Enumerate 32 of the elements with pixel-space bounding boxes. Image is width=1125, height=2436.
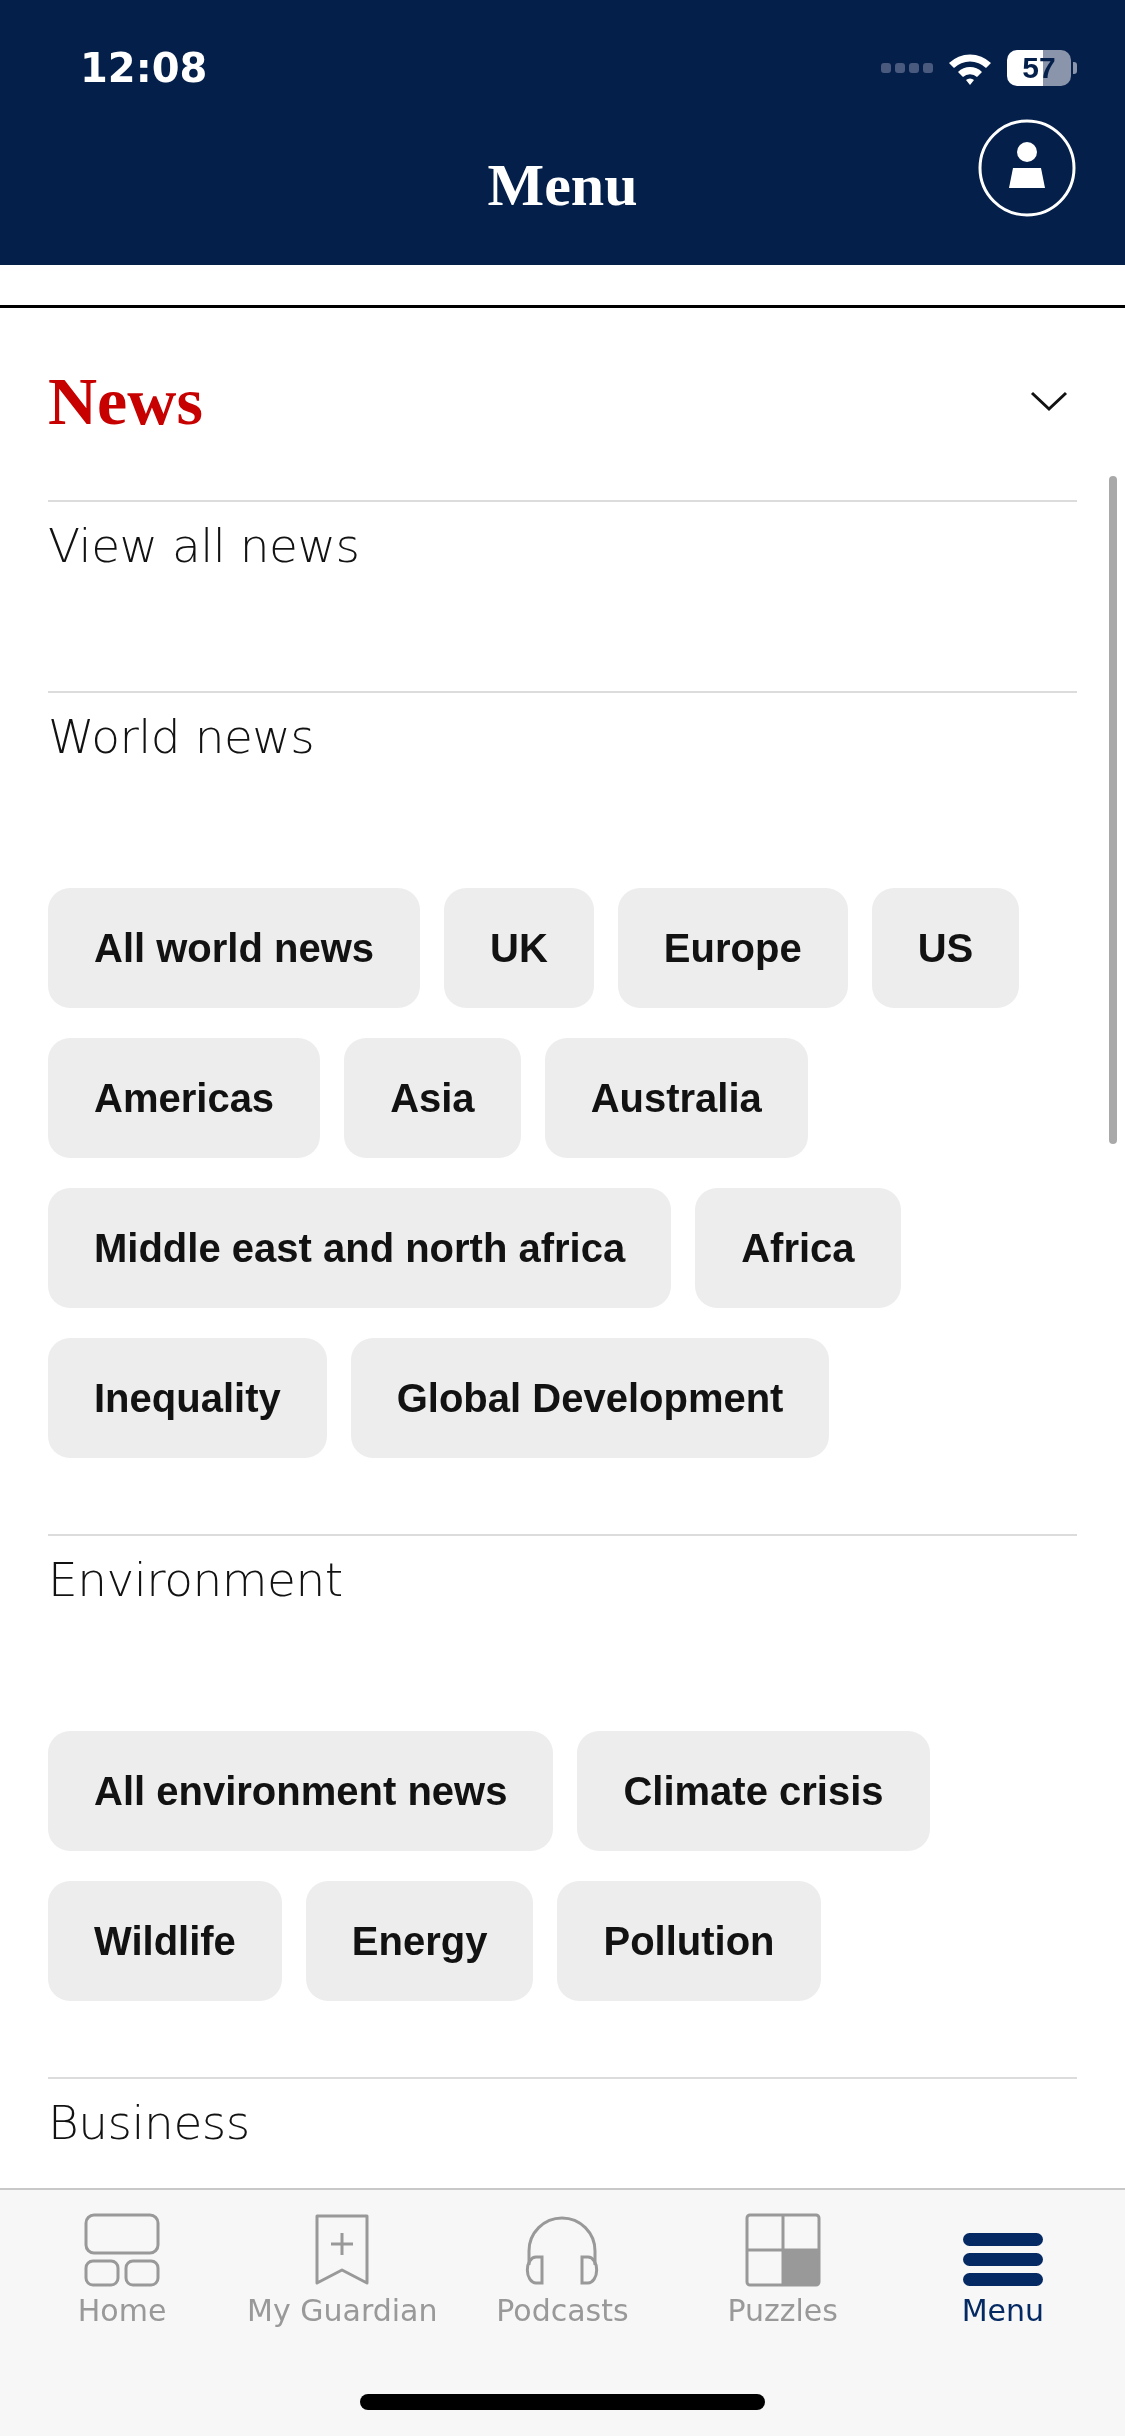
menu-icon (962, 2231, 1043, 2287)
category-link[interactable]: Business (48, 2095, 250, 2150)
topic-chip[interactable]: Pollution (557, 1881, 821, 2001)
topic-chip[interactable]: Asia (344, 1038, 521, 1158)
topic-chip[interactable]: Australia (544, 1038, 808, 1158)
home-icon (84, 2213, 161, 2287)
category-link[interactable]: Environment (48, 1552, 343, 1607)
status-time: 12:08 (80, 45, 208, 91)
topic-chip[interactable]: Energy (305, 1881, 534, 2001)
category-link[interactable]: View all news (48, 518, 360, 573)
wifi-icon (947, 51, 993, 85)
screen-title: Menu (487, 151, 638, 220)
topic-chip[interactable]: Wildlife (48, 1881, 282, 2001)
topic-chip[interactable]: All world news (48, 888, 421, 1008)
topic-chip[interactable]: Americas (48, 1038, 321, 1158)
chevron-down-icon[interactable] (1029, 389, 1069, 413)
tab-bar-item[interactable]: Menu (897, 2208, 1108, 2328)
section-title[interactable]: News (48, 361, 203, 441)
topic-chip[interactable]: US (871, 888, 1020, 1008)
topic-chip[interactable]: Inequality (48, 1338, 327, 1458)
topic-chip[interactable]: UK (444, 888, 594, 1008)
crossword-icon (744, 2213, 821, 2287)
topic-chip[interactable]: Climate crisis (577, 1731, 930, 1851)
category-link[interactable]: World news (48, 709, 315, 764)
signal-icon (881, 61, 933, 75)
topic-chip[interactable]: Global Development (350, 1338, 830, 1458)
topic-chip[interactable]: Europe (617, 888, 848, 1008)
bookmark-plus-icon (314, 2213, 371, 2287)
topic-chip[interactable]: Africa (695, 1188, 901, 1308)
topic-chip[interactable]: Middle east and north africa (48, 1188, 672, 1308)
topic-chip[interactable]: All environment news (48, 1731, 554, 1851)
profile-icon[interactable] (977, 118, 1077, 218)
